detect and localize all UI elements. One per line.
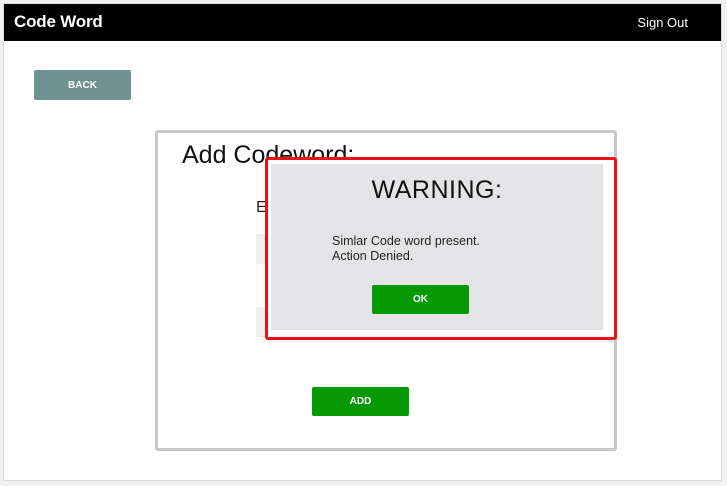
ok-button[interactable]: OK [372, 285, 469, 314]
dialog-title: WARNING: [371, 176, 503, 204]
app-window: Code Word Sign Out BACK Add Codeword: E … [3, 3, 722, 481]
add-button[interactable]: ADD [312, 387, 409, 416]
back-button[interactable]: BACK [34, 70, 131, 100]
sign-out-link[interactable]: Sign Out [637, 15, 688, 30]
dialog-message-line-2: Action Denied. [332, 249, 414, 263]
app-title: Code Word [14, 12, 103, 31]
dialog-message: Simlar Code word present. Action Denied. [332, 234, 480, 264]
warning-dialog: WARNING: Simlar Code word present. Actio… [271, 164, 603, 330]
top-bar: Code Word Sign Out [4, 4, 721, 41]
dialog-message-line-1: Simlar Code word present. [332, 234, 480, 248]
warning-dialog-highlight: WARNING: Simlar Code word present. Actio… [265, 157, 617, 340]
